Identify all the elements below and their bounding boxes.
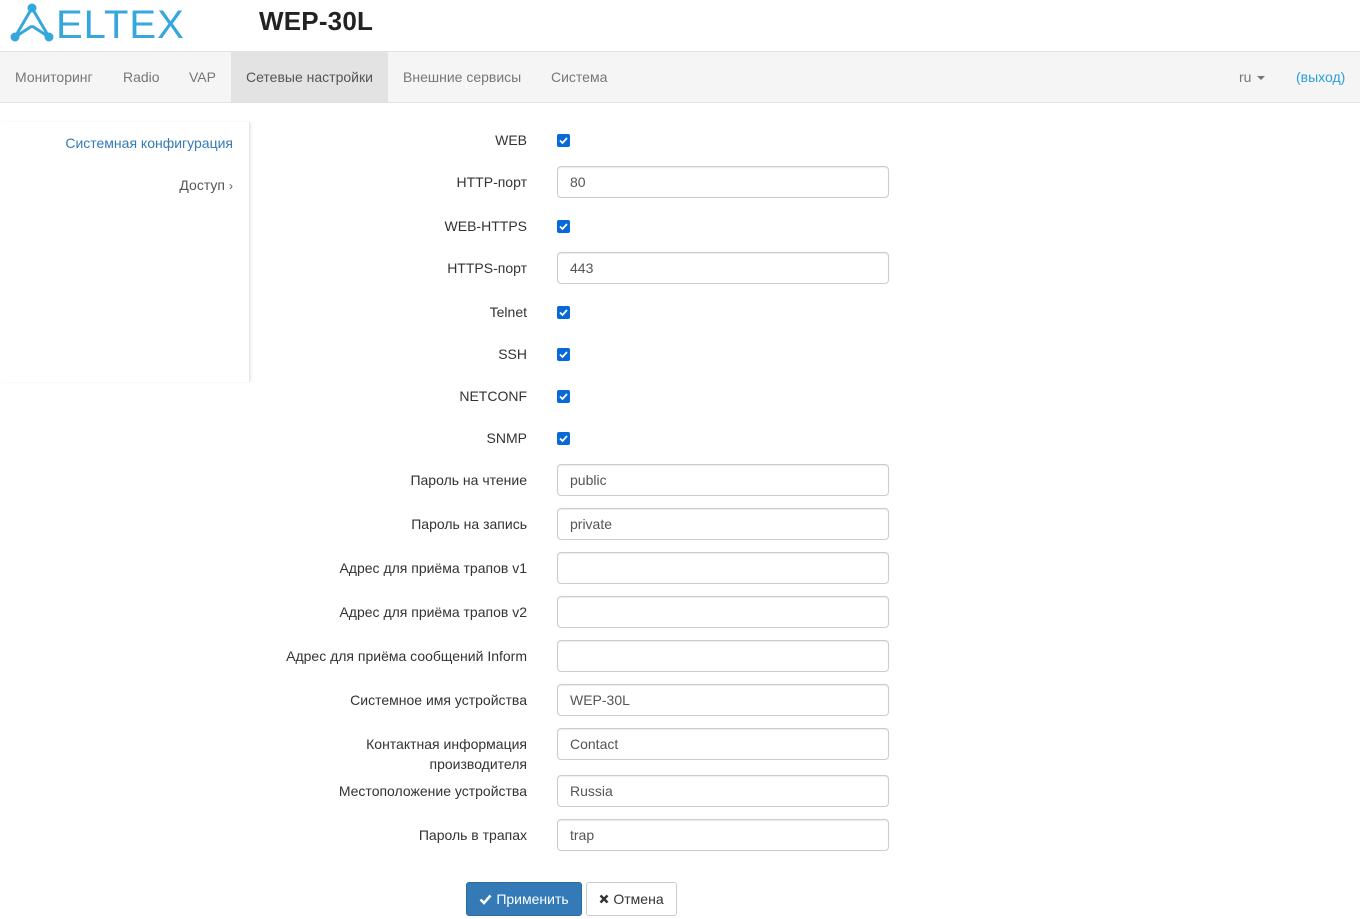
trap-v2-input[interactable] [557,596,889,628]
telnet-checkbox[interactable] [557,306,570,319]
close-icon [600,894,609,904]
ssh-checkbox[interactable] [557,348,570,361]
nav-item-radio[interactable]: Radio [108,52,175,102]
nav-item-vap[interactable]: VAP [174,52,231,102]
http-port-label: HTTP-порт [456,174,527,190]
check-icon [559,137,568,145]
web-https-label: WEB-HTTPS [444,218,527,234]
trap-password-input[interactable]: trap [557,819,889,851]
check-icon [559,393,568,401]
trap-v1-label: Адрес для приёма трапов v1 [339,560,527,576]
check-icon [559,309,568,317]
telnet-label: Telnet [489,304,527,320]
check-icon [479,894,492,906]
snmp-label: SNMP [486,430,527,446]
cancel-button-label: Отмена [613,891,664,907]
device-title: WEP-30L [259,6,374,36]
language-dropdown[interactable]: ru [1225,52,1279,102]
eltex-logo: ELTEX [10,3,185,44]
read-password-input[interactable]: public [557,464,889,496]
https-port-input[interactable]: 443 [557,252,889,284]
inform-label: Адрес для приёма сообщений Inform [286,648,527,664]
trap-password-label: Пароль в трапах [418,827,527,843]
check-icon [559,223,568,231]
nav-item-network-settings[interactable]: Сетевые настройки [231,52,388,102]
caret-down-icon [1257,76,1266,81]
sidebar: Системная конфигурация Доступ › [0,122,250,382]
netconf-label: NETCONF [459,388,527,404]
nav-item-system[interactable]: Система [536,52,622,102]
language-label: ru [1239,69,1252,85]
eltex-logo-text: ELTEX [56,3,185,44]
netconf-checkbox[interactable] [557,390,570,403]
write-password-input[interactable]: private [557,508,889,540]
cancel-button[interactable]: Отмена [586,882,677,916]
contact-label: Контактная информация производителя [366,736,527,772]
trap-v2-label: Адрес для приёма трапов v2 [339,604,527,620]
web-https-checkbox[interactable] [557,220,570,233]
web-checkbox[interactable] [557,134,570,147]
check-icon [559,435,568,443]
write-password-label: Пароль на запись [411,516,527,532]
location-label: Местоположение устройства [338,783,527,799]
location-input[interactable]: Russia [557,775,889,807]
read-password-label: Пароль на чтение [410,472,527,488]
inform-input[interactable] [557,640,889,672]
ssh-label: SSH [498,346,527,362]
apply-button-label: Применить [496,891,569,907]
https-port-label: HTTPS-порт [447,260,527,276]
app-header: ELTEX WEP-30L [0,0,1360,52]
nav-item-external-services[interactable]: Внешние сервисы [388,52,536,102]
http-port-input[interactable]: 80 [557,166,889,198]
snmp-checkbox[interactable] [557,432,570,445]
trap-v1-input[interactable] [557,552,889,584]
sys-name-input[interactable]: WEP-30L [557,684,889,716]
logout-link[interactable]: (выход) [1282,52,1359,102]
web-label: WEB [495,132,527,148]
check-icon [559,351,568,359]
main-navbar: Мониторинг Radio VAP Сетевые настройки В… [0,51,1360,103]
apply-button[interactable]: Применить [466,882,582,916]
sys-name-label: Системное имя устройства [350,692,527,708]
nav-item-monitoring[interactable]: Мониторинг [0,52,108,102]
contact-input[interactable]: Contact [557,728,889,760]
